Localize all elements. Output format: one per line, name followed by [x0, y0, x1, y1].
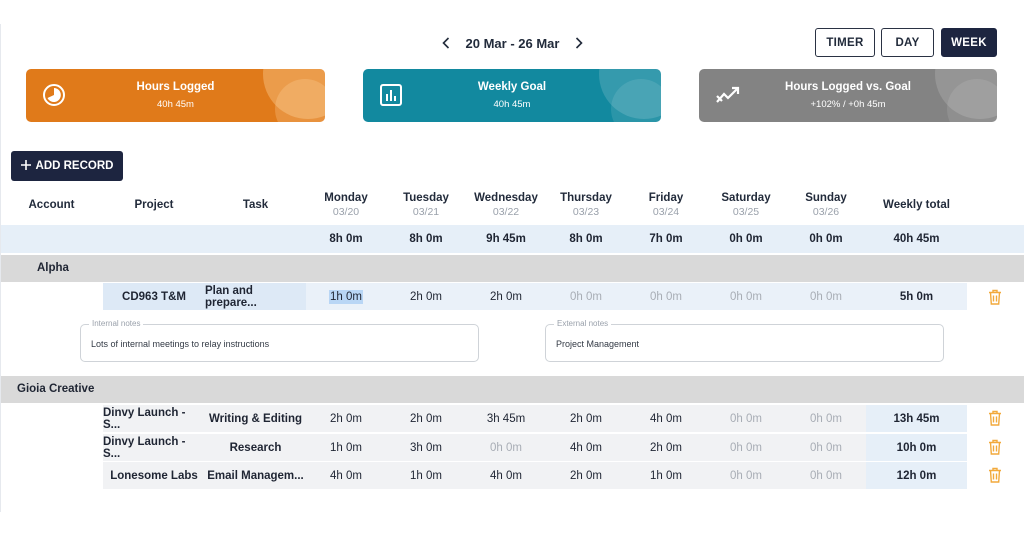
weekly-goal-value: 40h 45m [493, 99, 531, 110]
hours-input-thursday[interactable]: 2h 0m [546, 405, 626, 432]
hours-input-wednesday[interactable]: 3h 45m [466, 405, 546, 432]
timer-view-button[interactable]: TIMER [815, 28, 875, 57]
hours-logged-title: Hours Logged [136, 81, 215, 93]
hours-input-monday[interactable]: 1h 0m [306, 283, 386, 310]
trash-icon[interactable] [988, 410, 1002, 426]
internal-notes-field[interactable]: Internal notes Lots of internal meetings… [80, 319, 479, 362]
column-header-monday: Monday 03/20 [324, 192, 368, 218]
chevron-left-icon[interactable] [440, 36, 452, 50]
plus-icon [20, 159, 31, 173]
total-wednesday: 9h 45m [486, 233, 526, 245]
hours-input-monday[interactable]: 2h 0m [306, 405, 386, 432]
total-saturday: 0h 0m [729, 233, 763, 245]
weekly-goal-title: Weekly Goal [477, 81, 547, 93]
internal-notes-text: Lots of internal meetings to relay instr… [91, 339, 270, 349]
hours-vs-goal-card: Hours Logged vs. Goal +102% / +0h 45m [699, 69, 997, 122]
hours-input-wednesday[interactable]: 2h 0m [466, 283, 546, 310]
column-header-thursday: Thursday 03/23 [560, 192, 612, 218]
hours-input-thursday[interactable]: 0h 0m [546, 283, 626, 310]
hours-input-tuesday[interactable]: 1h 0m [386, 462, 466, 489]
total-sunday: 0h 0m [809, 233, 843, 245]
column-header-friday: Friday 03/24 [648, 192, 684, 218]
hours-input-sunday[interactable]: 0h 0m [786, 283, 866, 310]
total-thursday: 8h 0m [569, 233, 603, 245]
column-header-sunday: Sunday 03/26 [805, 192, 847, 218]
hours-input-saturday[interactable]: 0h 0m [706, 462, 786, 489]
hours-input-thursday[interactable]: 2h 0m [546, 462, 626, 489]
daily-totals-row: 8h 0m 8h 0m 9h 45m 8h 0m 7h 0m 0h 0m 0h … [1, 225, 1024, 253]
date-range-label: 20 Mar - 26 Mar [465, 35, 560, 51]
total-tuesday: 8h 0m [409, 233, 443, 245]
column-header-project[interactable]: Project [103, 188, 205, 222]
hours-input-saturday[interactable]: 0h 0m [706, 434, 786, 461]
column-header-task[interactable]: Task [205, 188, 306, 222]
hours-logged-value: 40h 45m [157, 99, 194, 110]
hours-input-wednesday[interactable]: 0h 0m [466, 434, 546, 461]
hours-input-friday[interactable]: 2h 0m [626, 434, 706, 461]
hours-input-friday[interactable]: 1h 0m [626, 462, 706, 489]
add-record-label: ADD RECORD [35, 160, 114, 172]
hours-input-sunday[interactable]: 0h 0m [786, 434, 866, 461]
hours-input-wednesday[interactable]: 4h 0m [466, 462, 546, 489]
column-header-weekly-total: Weekly total [883, 199, 950, 211]
weekly-goal-card: Weekly Goal 40h 45m [363, 69, 661, 122]
account-name: Alpha [37, 262, 69, 274]
project-cell[interactable]: Lonesome Labs [103, 462, 205, 489]
project-cell[interactable]: Dinvy Launch - S... [103, 434, 205, 461]
column-header-wednesday: Wednesday 03/22 [474, 192, 538, 218]
hours-input-sunday[interactable]: 0h 0m [786, 462, 866, 489]
task-cell[interactable]: Plan and prepare... [205, 283, 306, 310]
internal-notes-label: Internal notes [89, 319, 144, 328]
external-notes-field[interactable]: External notes Project Management [545, 319, 944, 362]
hours-vs-goal-title: Hours Logged vs. Goal [785, 81, 911, 93]
total-week: 40h 45m [893, 233, 940, 245]
column-header-tuesday: Tuesday 03/21 [403, 192, 449, 218]
row-weekly-total: 10h 0m [866, 434, 967, 461]
hours-input-saturday[interactable]: 0h 0m [706, 283, 786, 310]
date-navigation: 20 Mar - 26 Mar [440, 34, 585, 52]
external-notes-label: External notes [554, 319, 612, 328]
total-monday: 8h 0m [329, 233, 363, 245]
chevron-right-icon[interactable] [573, 36, 585, 50]
hours-input-sunday[interactable]: 0h 0m [786, 405, 866, 432]
hours-input-monday[interactable]: 4h 0m [306, 462, 386, 489]
column-header-account[interactable]: Account [0, 188, 103, 222]
hours-input-friday[interactable]: 4h 0m [626, 405, 706, 432]
hours-input-saturday[interactable]: 0h 0m [706, 405, 786, 432]
task-cell[interactable]: Research [205, 434, 306, 461]
trash-icon[interactable] [988, 467, 1002, 483]
row-weekly-total: 13h 45m [866, 405, 967, 432]
hours-input-tuesday[interactable]: 3h 0m [386, 434, 466, 461]
hours-vs-goal-value: +102% / +0h 45m [810, 99, 886, 110]
hours-input-friday[interactable]: 0h 0m [626, 283, 706, 310]
project-cell[interactable]: Dinvy Launch - S... [103, 405, 205, 432]
account-group-header[interactable]: Alpha [1, 255, 1024, 282]
row-weekly-total: 12h 0m [866, 462, 967, 489]
hours-logged-card: Hours Logged 40h 45m [26, 69, 325, 122]
hours-input-tuesday[interactable]: 2h 0m [386, 405, 466, 432]
day-view-button[interactable]: DAY [881, 28, 934, 57]
hours-input-thursday[interactable]: 4h 0m [546, 434, 626, 461]
account-name: Gioia Creative [17, 383, 95, 395]
row-weekly-total: 5h 0m [866, 283, 967, 310]
trash-icon[interactable] [988, 439, 1002, 455]
external-notes-text: Project Management [556, 339, 640, 349]
hours-input-tuesday[interactable]: 2h 0m [386, 283, 466, 310]
account-group-header[interactable]: Gioia Creative [1, 376, 1024, 403]
column-header-saturday: Saturday 03/25 [721, 192, 771, 218]
task-cell[interactable]: Writing & Editing [205, 405, 306, 432]
trash-icon[interactable] [988, 289, 1002, 305]
total-friday: 7h 0m [649, 233, 683, 245]
hours-input-monday[interactable]: 1h 0m [306, 434, 386, 461]
add-record-button[interactable]: ADD RECORD [11, 151, 123, 181]
week-view-button[interactable]: WEEK [941, 28, 997, 57]
task-cell[interactable]: Email Managem... [205, 462, 306, 489]
project-cell[interactable]: CD963 T&M [103, 283, 205, 310]
